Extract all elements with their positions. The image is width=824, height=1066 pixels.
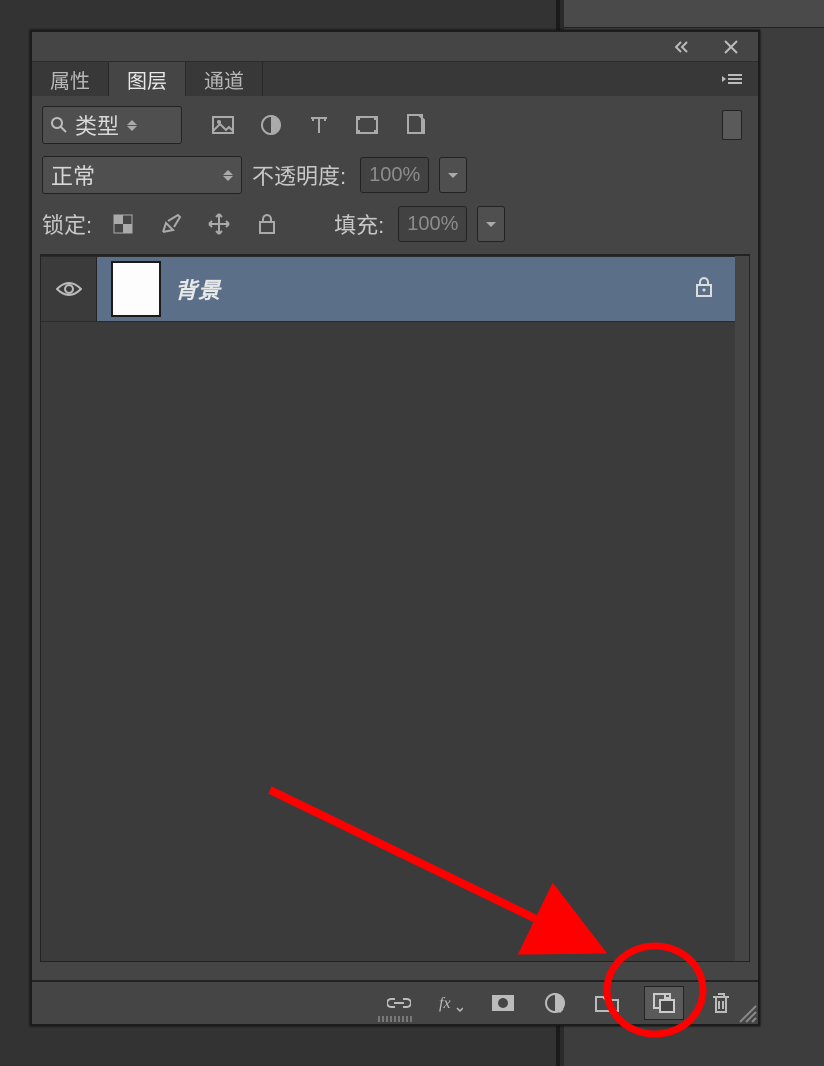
smartobject-filter-icon[interactable] (398, 108, 432, 142)
lock-label: 锁定: (42, 208, 92, 240)
panel-tabs: 属性 图层 通道 (32, 62, 758, 96)
eye-icon (56, 280, 82, 298)
lock-position-icon[interactable] (202, 207, 236, 241)
tab-properties[interactable]: 属性 (32, 62, 109, 96)
lock-all-icon[interactable] (250, 207, 284, 241)
stepper-icon (127, 120, 137, 131)
stepper-icon (223, 170, 233, 181)
close-icon[interactable] (714, 30, 748, 64)
fill-label: 填充: (334, 208, 384, 240)
opacity-value[interactable]: 100% (360, 157, 429, 193)
filter-toggle[interactable] (722, 110, 742, 140)
blend-mode-dropdown[interactable]: 正常 (42, 156, 242, 194)
panel-header (32, 32, 758, 62)
adjustment-layer-icon[interactable] (540, 988, 570, 1018)
filter-kind-dropdown[interactable]: 类型 (42, 106, 182, 144)
text-filter-icon[interactable] (302, 108, 336, 142)
adjustment-filter-icon[interactable] (254, 108, 288, 142)
new-layer-icon (653, 993, 675, 1013)
tab-channels[interactable]: 通道 (186, 62, 263, 96)
panel-footer: fx (32, 980, 758, 1024)
lock-indicator-icon[interactable] (695, 277, 713, 302)
layer-name: 背景 (175, 273, 681, 305)
visibility-toggle[interactable] (41, 257, 97, 321)
tab-layers[interactable]: 图层 (109, 62, 186, 96)
search-icon (51, 117, 67, 133)
image-filter-icon[interactable] (206, 108, 240, 142)
svg-text:fx: fx (439, 995, 451, 1012)
layer-effects-icon[interactable]: fx (436, 988, 466, 1018)
new-layer-button[interactable] (644, 986, 684, 1020)
panel-menu-icon[interactable] (716, 62, 750, 96)
layer-row[interactable]: 背景 (41, 256, 735, 322)
filter-kind-label: 类型 (75, 109, 119, 141)
lock-icons-group (106, 207, 284, 241)
fill-value[interactable]: 100% (398, 206, 467, 242)
fill-dropdown[interactable] (477, 206, 505, 242)
layer-filter-row: 类型 (32, 96, 758, 150)
blend-mode-label: 正常 (51, 159, 95, 191)
opacity-dropdown[interactable] (439, 157, 467, 193)
resize-corner-icon[interactable] (734, 1000, 758, 1024)
shape-filter-icon[interactable] (350, 108, 384, 142)
app-background-right-top (564, 0, 824, 28)
layer-thumbnail[interactable] (111, 261, 161, 317)
filter-icons (206, 108, 432, 142)
resize-grip-bottom[interactable] (360, 1016, 430, 1022)
layers-list: 背景 (40, 254, 750, 962)
layer-mask-icon[interactable] (488, 988, 518, 1018)
lock-transparent-icon[interactable] (106, 207, 140, 241)
lock-row: 锁定: 填充: 100% (32, 200, 758, 248)
layers-panel: 属性 图层 通道 类型 (30, 30, 760, 1026)
new-group-icon[interactable] (592, 988, 622, 1018)
opacity-label: 不透明度: (252, 159, 346, 191)
link-layers-icon[interactable] (384, 988, 414, 1018)
blend-row: 正常 不透明度: 100% (32, 150, 758, 200)
lock-pixels-icon[interactable] (154, 207, 188, 241)
collapse-icon[interactable] (668, 30, 702, 64)
delete-layer-icon[interactable] (706, 988, 736, 1018)
